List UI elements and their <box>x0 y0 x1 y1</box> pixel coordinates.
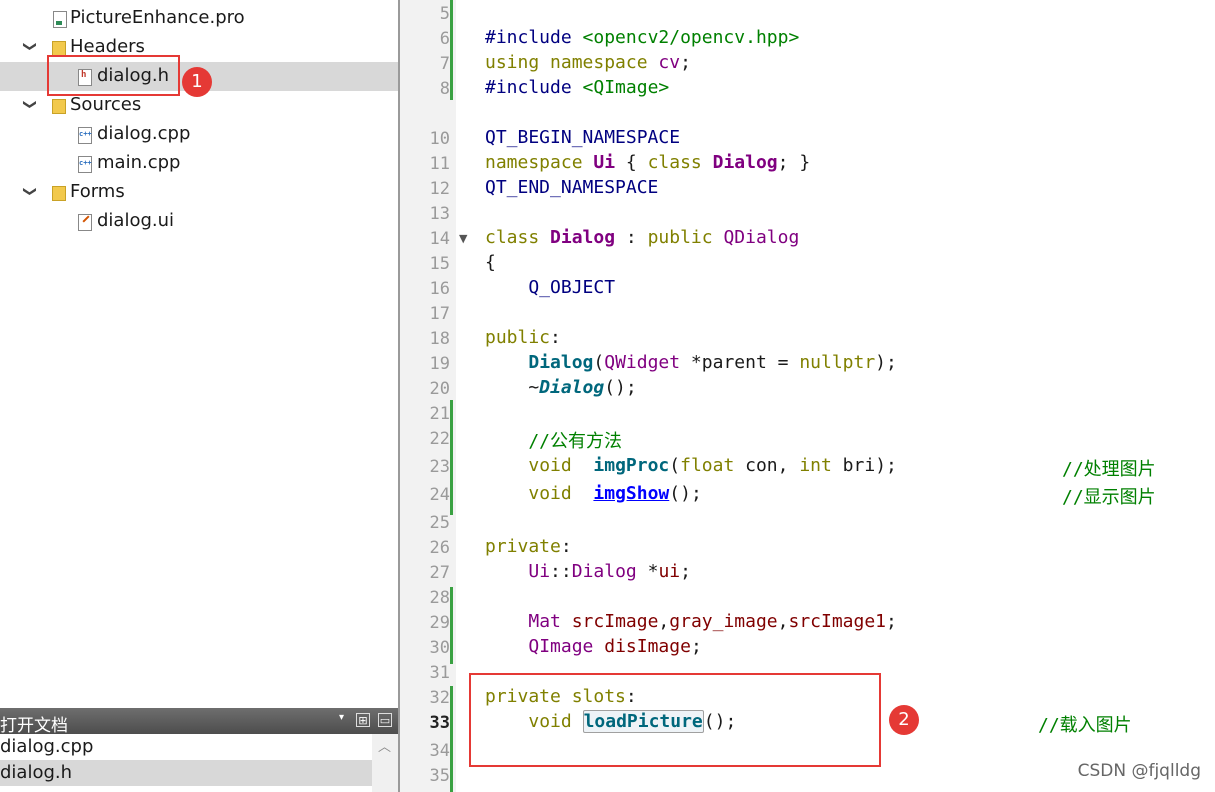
change-marker <box>450 0 453 100</box>
line-number: 14 <box>429 229 450 249</box>
tree-item-dialog-cpp[interactable]: dialog.cpp <box>0 120 398 149</box>
open-documents-pane: 打开文档 ▾ ⊞ ▭ dialog.cpp dialog.h ︿ <box>0 708 398 792</box>
line-number: 28 <box>429 588 450 608</box>
code-line-30: QImage disImage; <box>528 636 702 657</box>
code-line-20: ~Dialog(); <box>485 377 637 398</box>
line-number: 11 <box>429 154 450 174</box>
annotation-box-2 <box>469 673 881 767</box>
fold-arrow-icon[interactable]: ▼ <box>459 232 467 245</box>
code-line-7: using namespace cv; <box>485 52 691 73</box>
line-number: 27 <box>429 563 450 583</box>
code-line-12: QT_END_NAMESPACE <box>485 177 659 198</box>
line-number: 19 <box>429 354 450 374</box>
line-number: 30 <box>429 638 450 658</box>
chevron-down-icon[interactable]: ❯ <box>22 41 37 52</box>
line-number: 20 <box>429 379 450 399</box>
change-marker <box>450 686 453 792</box>
line-number: 23 <box>429 457 450 477</box>
cpp-file-icon <box>78 127 92 144</box>
code-line-18: public: <box>485 327 561 348</box>
change-marker <box>450 400 453 515</box>
tree-item-label: main.cpp <box>97 152 181 173</box>
line-number: 29 <box>429 613 450 633</box>
line-number: 21 <box>429 404 450 424</box>
chevron-down-icon[interactable]: ❯ <box>22 99 37 110</box>
close-pane-icon[interactable]: ▭ <box>378 713 392 727</box>
cpp-file-icon <box>78 156 92 173</box>
annotation-badge-1: 1 <box>182 67 212 97</box>
code-line-8: #include <QImage> <box>485 77 670 98</box>
dropdown-arrow-icon[interactable]: ▾ <box>339 712 344 723</box>
code-comment-33: //载入图片 <box>1038 715 1132 736</box>
open-documents-title: 打开文档 <box>0 716 68 736</box>
project-tree-pane: PictureEnhance.pro ❯ Headers dialog.h ❯ … <box>0 0 398 792</box>
line-number: 10 <box>429 129 450 149</box>
tree-item-label: PictureEnhance.pro <box>70 7 245 28</box>
line-number: 18 <box>429 329 450 349</box>
code-line-23: void imgProc(float con, int bri); <box>528 455 897 476</box>
tree-item-forms[interactable]: ❯ Forms <box>0 178 398 207</box>
code-line-22: //公有方法 <box>485 431 623 452</box>
code-comment-23: //处理图片 <box>1062 459 1156 480</box>
line-number: 6 <box>439 29 450 49</box>
split-icon[interactable]: ⊞ <box>356 713 370 727</box>
tree-item-label: Sources <box>70 94 142 115</box>
ui-file-icon <box>78 214 92 231</box>
line-number: 8 <box>439 79 450 99</box>
code-line-26: private: <box>485 536 572 557</box>
annotation-badge-2: 2 <box>889 705 919 735</box>
code-line-15: { <box>485 252 496 273</box>
line-number-current: 33 <box>429 713 450 733</box>
chevron-down-icon[interactable]: ❯ <box>22 186 37 197</box>
line-number: 16 <box>429 279 450 299</box>
annotation-box-1 <box>47 55 180 96</box>
code-line-16: Q_OBJECT <box>485 277 616 298</box>
open-documents-header: 打开文档 ▾ ⊞ ▭ <box>0 708 398 736</box>
line-number: 7 <box>439 54 450 74</box>
line-number: 12 <box>429 179 450 199</box>
tree-item-main-cpp[interactable]: main.cpp <box>0 149 398 178</box>
tree-item-dialog-ui[interactable]: dialog.ui <box>0 207 398 236</box>
open-documents-scrollbar[interactable]: ︿ <box>372 734 398 792</box>
line-number: 15 <box>429 254 450 274</box>
line-number: 34 <box>429 741 450 761</box>
header-folder-icon <box>52 41 66 56</box>
code-line-14: class Dialog : public QDialog <box>485 227 800 248</box>
code-line-19: Dialog(QWidget *parent = nullptr); <box>528 352 897 373</box>
line-number: 24 <box>429 485 450 505</box>
line-number: 32 <box>429 688 450 708</box>
source-folder-icon <box>52 99 66 114</box>
code-line-29: Mat srcImage,gray_image,srcImage1; <box>528 611 897 632</box>
line-number: 31 <box>429 663 450 683</box>
tree-item-label: dialog.cpp <box>97 123 191 144</box>
pro-file-icon <box>53 11 67 28</box>
line-number: 5 <box>439 4 450 24</box>
tree-item-label: Headers <box>70 36 145 57</box>
line-number: 35 <box>429 766 450 786</box>
open-doc-label: dialog.cpp <box>0 736 94 757</box>
open-doc-dialog-cpp[interactable]: dialog.cpp <box>0 734 372 760</box>
tree-item-label: Forms <box>70 181 125 202</box>
open-doc-label: dialog.h <box>0 762 73 783</box>
code-comment-24: //显示图片 <box>1062 487 1156 508</box>
tree-item-pro-file[interactable]: PictureEnhance.pro <box>0 4 398 33</box>
scroll-up-icon[interactable]: ︿ <box>378 736 391 755</box>
watermark: CSDN @fjqlldg <box>1077 761 1201 781</box>
forms-folder-icon <box>52 186 66 201</box>
code-line-11: namespace Ui { class Dialog; } <box>485 152 811 173</box>
line-number: 22 <box>429 429 450 449</box>
code-line-24: void imgShow(); <box>528 483 702 504</box>
line-number: 17 <box>429 304 450 324</box>
line-number: 26 <box>429 538 450 558</box>
change-marker <box>450 587 453 664</box>
line-number: 25 <box>429 513 450 533</box>
line-number: 13 <box>429 204 450 224</box>
tree-item-label: dialog.ui <box>97 210 175 231</box>
code-line-10: QT_BEGIN_NAMESPACE <box>485 127 681 148</box>
code-line-6: #include <opencv2/opencv.hpp> <box>485 27 800 48</box>
open-doc-dialog-h[interactable]: dialog.h <box>0 760 372 786</box>
code-line-27: Ui::Dialog *ui; <box>528 561 691 582</box>
